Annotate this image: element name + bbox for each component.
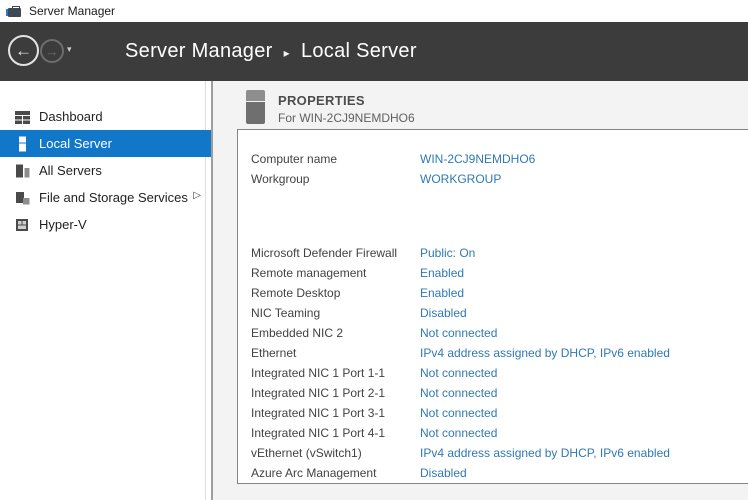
property-value-link[interactable]: IPv4 address assigned by DHCP, IPv6 enab… [420,446,670,460]
property-label: Integrated NIC 1 Port 1-1 [251,366,420,380]
property-value-link[interactable]: Not connected [420,366,497,380]
breadcrumb: Server Manager ▸ Local Server [125,22,417,81]
property-value-link[interactable]: Public: On [420,246,475,260]
property-row-remote-management: Remote management Enabled [251,263,748,283]
local-server-icon [14,136,31,152]
property-value-link[interactable]: WIN-2CJ9NEMDHO6 [420,152,535,166]
property-label: Ethernet [251,346,420,360]
property-label: vEthernet (vSwitch1) [251,446,420,460]
property-label: Microsoft Defender Firewall [251,246,420,260]
property-value-link[interactable]: Enabled [420,266,464,280]
properties-box: Computer name WIN-2CJ9NEMDHO6 Workgroup … [237,129,748,484]
property-label: Remote management [251,266,420,280]
property-value-link[interactable]: Not connected [420,326,497,340]
sidebar-item-hyper-v[interactable]: Hyper-V [0,211,203,238]
back-button[interactable]: ← [8,35,39,66]
property-row-workgroup: Workgroup WORKGROUP [251,169,748,189]
property-row-vethernet: vEthernet (vSwitch1) IPv4 address assign… [251,443,748,463]
submenu-arrow-icon[interactable]: ▷ [193,190,201,201]
property-row-integrated-nic-1-1: Integrated NIC 1 Port 1-1 Not connected [251,363,748,383]
property-label: Workgroup [251,172,420,186]
property-label: Remote Desktop [251,286,420,300]
sidebar-item-label: All Servers [39,163,102,178]
back-arrow-icon: ← [15,41,32,61]
property-value-link[interactable]: Enabled [420,286,464,300]
sidebar: Dashboard Local Server All Servers File … [0,81,213,500]
property-row-nic-teaming: NIC Teaming Disabled [251,303,748,323]
hyper-v-icon [14,217,31,233]
navigation-bar: ← → ▾ Server Manager ▸ Local Server [0,22,748,81]
sidebar-item-all-servers[interactable]: All Servers [0,157,203,184]
property-row-integrated-nic-4-1: Integrated NIC 1 Port 4-1 Not connected [251,423,748,443]
properties-panel-title: PROPERTIES [278,93,365,108]
property-label: Integrated NIC 1 Port 4-1 [251,426,420,440]
window-title: Server Manager [29,4,115,18]
sidebar-item-local-server[interactable]: Local Server [0,130,211,157]
history-dropdown-caret-icon[interactable]: ▾ [67,44,72,55]
breadcrumb-local-server[interactable]: Local Server [301,40,417,63]
sidebar-item-dashboard[interactable]: Dashboard [0,103,203,130]
property-value-link[interactable]: Disabled [420,466,467,480]
property-row-computer-name: Computer name WIN-2CJ9NEMDHO6 [251,149,748,169]
sidebar-item-label: Hyper-V [39,217,87,232]
property-label: Integrated NIC 1 Port 2-1 [251,386,420,400]
property-row-azure-arc: Azure Arc Management Disabled [251,463,748,483]
property-label: Embedded NIC 2 [251,326,420,340]
properties-group-gap [251,189,748,243]
property-label: Azure Arc Management [251,466,420,480]
property-value-link[interactable]: Not connected [420,426,497,440]
property-value-link[interactable]: Not connected [420,386,497,400]
property-row-integrated-nic-3-1: Integrated NIC 1 Port 3-1 Not connected [251,403,748,423]
property-value-link[interactable]: Not connected [420,406,497,420]
property-row-embedded-nic-2: Embedded NIC 2 Not connected [251,323,748,343]
sidebar-item-label: Dashboard [39,109,103,124]
sidebar-item-label: Local Server [39,136,112,151]
all-servers-icon [14,163,31,179]
server-tile-icon [246,90,265,124]
property-row-ethernet: Ethernet IPv4 address assigned by DHCP, … [251,343,748,363]
property-label: NIC Teaming [251,306,420,320]
sidebar-item-file-storage-services[interactable]: File and Storage Services ▷ [0,184,203,211]
property-row-defender-firewall: Microsoft Defender Firewall Public: On [251,243,748,263]
breadcrumb-server-manager[interactable]: Server Manager [125,40,273,63]
dashboard-icon [14,109,31,125]
property-value-link[interactable]: IPv4 address assigned by DHCP, IPv6 enab… [420,346,670,360]
window-titlebar: Server Manager [0,0,748,22]
property-value-link[interactable]: WORKGROUP [420,172,501,186]
forward-button[interactable]: → [40,39,64,63]
property-value-link[interactable]: Disabled [420,306,467,320]
sidebar-item-label: File and Storage Services [39,190,188,205]
forward-arrow-icon: → [46,44,59,59]
server-manager-app-icon [6,5,22,18]
property-label: Integrated NIC 1 Port 3-1 [251,406,420,420]
properties-panel-subtitle: For WIN-2CJ9NEMDHO6 [278,111,415,125]
breadcrumb-separator-icon: ▸ [284,44,290,60]
property-row-remote-desktop: Remote Desktop Enabled [251,283,748,303]
file-storage-services-icon [14,190,31,206]
property-row-integrated-nic-2-1: Integrated NIC 1 Port 2-1 Not connected [251,383,748,403]
property-label: Computer name [251,152,420,166]
local-server-pane: PROPERTIES For WIN-2CJ9NEMDHO6 Computer … [213,81,748,500]
